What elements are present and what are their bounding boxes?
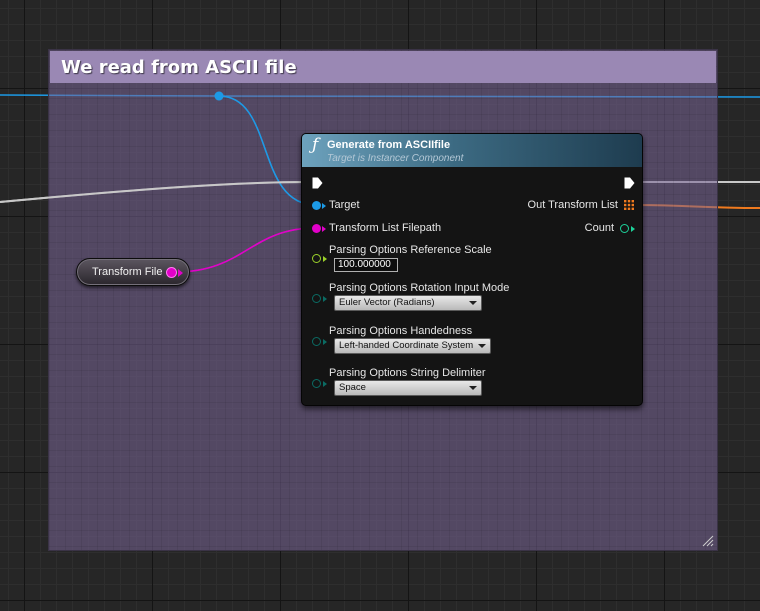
count-output-pin[interactable] bbox=[620, 224, 629, 233]
handedness-pin[interactable] bbox=[312, 337, 321, 346]
target-pin-label: Target bbox=[329, 199, 360, 211]
transform-list-filepath-pin[interactable] bbox=[312, 224, 321, 233]
pin-arrow-icon bbox=[323, 339, 327, 345]
pin-arrow-icon bbox=[322, 226, 326, 232]
string-output-pin[interactable] bbox=[167, 268, 176, 277]
dropdown-arrow-icon bbox=[469, 301, 477, 305]
handedness-dropdown[interactable]: Left-handed Coordinate System bbox=[334, 338, 491, 354]
dropdown-arrow-icon bbox=[469, 386, 477, 390]
pin-arrow-icon bbox=[323, 256, 327, 262]
target-pin[interactable] bbox=[312, 201, 321, 210]
node-title: Generate from ASCIIfile bbox=[327, 139, 451, 151]
generate-from-ascii-file-node[interactable]: ƒ Generate from ASCIIfile Target is Inst… bbox=[301, 133, 643, 406]
rotation-input-mode-value: Euler Vector (Radians) bbox=[339, 297, 435, 308]
node-header[interactable]: ƒ Generate from ASCIIfile Target is Inst… bbox=[302, 134, 642, 167]
pin-arrow-icon bbox=[323, 296, 327, 302]
rotation-input-mode-dropdown[interactable]: Euler Vector (Radians) bbox=[334, 295, 482, 311]
pin-arrow-icon bbox=[178, 269, 183, 277]
exec-input-pin-icon[interactable] bbox=[312, 177, 323, 189]
string-delimiter-dropdown[interactable]: Space bbox=[334, 380, 482, 396]
handedness-value: Left-handed Coordinate System bbox=[339, 340, 474, 351]
handedness-label: Parsing Options Handedness bbox=[329, 325, 473, 337]
pin-arrow-icon bbox=[631, 226, 635, 232]
transform-list-filepath-label: Transform List Filepath bbox=[329, 222, 442, 234]
array-grid-icon[interactable] bbox=[624, 200, 634, 210]
string-delimiter-pin[interactable] bbox=[312, 379, 321, 388]
transform-file-variable-node[interactable]: Transform File bbox=[76, 258, 190, 286]
rotation-input-mode-label: Parsing Options Rotation Input Mode bbox=[329, 282, 510, 294]
out-transform-list-label: Out Transform List bbox=[527, 199, 618, 211]
count-label: Count bbox=[584, 222, 614, 234]
reference-scale-label: Parsing Options Reference Scale bbox=[329, 244, 492, 256]
dropdown-arrow-icon bbox=[478, 344, 486, 348]
rotation-input-mode-pin[interactable] bbox=[312, 294, 321, 303]
exec-output-pin-icon[interactable] bbox=[624, 177, 635, 189]
string-delimiter-value: Space bbox=[339, 382, 366, 393]
resize-grip-icon[interactable] bbox=[700, 533, 714, 547]
comment-title[interactable]: We read from ASCII file bbox=[50, 51, 716, 83]
reference-scale-input[interactable]: 100.000000 bbox=[334, 258, 398, 272]
string-delimiter-label: Parsing Options String Delimiter bbox=[329, 367, 486, 379]
function-icon: ƒ bbox=[312, 135, 319, 155]
reference-scale-pin[interactable] bbox=[312, 254, 321, 263]
pin-arrow-icon bbox=[323, 381, 327, 387]
variable-label: Transform File bbox=[92, 266, 163, 278]
pin-arrow-icon bbox=[322, 203, 326, 209]
node-subtitle: Target is Instancer Component bbox=[327, 153, 464, 164]
